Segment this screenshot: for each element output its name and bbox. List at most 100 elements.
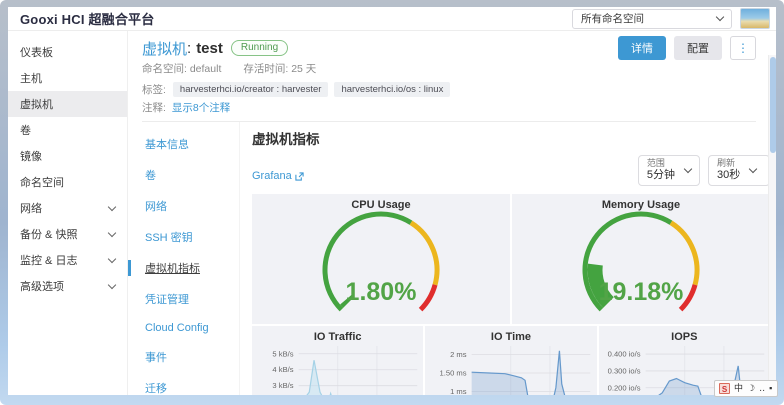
io-time-card: IO Time 2 ms1.50 ms1 ms xyxy=(425,326,596,395)
svg-text:4 kB/s: 4 kB/s xyxy=(272,365,293,374)
subnav-item[interactable]: 网络 xyxy=(128,198,239,214)
subnav-item-label: 事件 xyxy=(145,352,167,364)
svg-text:0.400 io/s: 0.400 io/s xyxy=(607,350,640,359)
cpu-gauge-title: CPU Usage xyxy=(252,194,510,210)
sidebar-item[interactable]: 监控 & 日志 xyxy=(8,247,127,273)
cpu-gauge-card: CPU Usage 1.80% xyxy=(252,194,510,324)
sidebar-item-label: 网络 xyxy=(20,200,42,216)
refresh-select-label: 刷新 xyxy=(717,158,740,169)
vm-name: test xyxy=(196,40,223,57)
sidebar-item[interactable]: 网络 xyxy=(8,195,127,221)
sidebar-item-label: 高级选项 xyxy=(20,278,64,294)
subnav-item[interactable]: 迁移 xyxy=(128,380,239,395)
sidebar-item-label: 卷 xyxy=(20,122,31,138)
sidebar-item-label: 主机 xyxy=(20,70,42,86)
refresh-select-value: 30秒 xyxy=(717,169,740,182)
sidebar-item[interactable]: 镜像 xyxy=(8,143,127,169)
sidebar-item[interactable]: 仪表板 xyxy=(8,39,127,65)
detail-header: 虚拟机 : test Running 详情 配置 ⋮ 命名空间: default… xyxy=(128,31,776,122)
sidebar-item[interactable]: 虚拟机 xyxy=(8,91,127,117)
svg-text:0.300 io/s: 0.300 io/s xyxy=(607,366,640,375)
annotations-label: 注释: xyxy=(142,100,166,115)
main-content: 虚拟机 : test Running 详情 配置 ⋮ 命名空间: default… xyxy=(128,31,776,395)
range-select-label: 范围 xyxy=(647,158,675,169)
chevron-down-icon xyxy=(108,280,116,288)
chevron-down-icon xyxy=(716,13,724,21)
sidebar-item[interactable]: 卷 xyxy=(8,117,127,143)
charts-grid: CPU Usage 1.80% Memory Usage 19.18% xyxy=(252,194,770,395)
refresh-select[interactable]: 刷新 30秒 xyxy=(708,155,770,186)
svg-text:5 kB/s: 5 kB/s xyxy=(272,349,293,358)
sidebar-item[interactable]: 高级选项 xyxy=(8,273,127,299)
subnav-item[interactable]: SSH 密钥 xyxy=(128,229,239,245)
subnav-item[interactable]: 事件 xyxy=(128,349,239,365)
sidebar-item[interactable]: 备份 & 快照 xyxy=(8,221,127,247)
namespace-dropdown-value: 所有命名空间 xyxy=(581,11,644,26)
subnav-item[interactable]: 卷 xyxy=(128,167,239,183)
chevron-down-icon xyxy=(108,202,116,210)
metrics-title: 虚拟机指标 xyxy=(252,128,770,148)
io-time-chart: 2 ms1.50 ms1 ms xyxy=(425,342,596,395)
sidebar: 仪表板 主机 虚拟机 卷 镜像 命名空间 xyxy=(8,31,128,395)
sidebar-item-label: 命名空间 xyxy=(20,174,64,190)
subnav-item[interactable]: Cloud Config xyxy=(128,322,239,334)
chevron-down-icon xyxy=(108,228,116,236)
subnav-item-label: Cloud Config xyxy=(145,322,209,334)
details-button[interactable]: 详情 xyxy=(618,36,666,60)
range-select[interactable]: 范围 5分钟 xyxy=(638,155,700,186)
subnav-item[interactable]: 虚拟机指标 xyxy=(128,260,239,276)
memory-gauge-card: Memory Usage 19.18% xyxy=(512,194,770,324)
sidebar-item[interactable]: 命名空间 xyxy=(8,169,127,195)
ime-icon[interactable]: ▪ xyxy=(769,384,772,393)
subnav-item-label: 基本信息 xyxy=(145,139,189,151)
chevron-down-icon xyxy=(749,164,757,172)
vertical-scrollbar xyxy=(768,55,776,395)
scrollbar-thumb[interactable] xyxy=(770,57,776,153)
user-avatar[interactable] xyxy=(740,8,770,29)
svg-text:1 ms: 1 ms xyxy=(450,387,467,395)
sidebar-item-label: 仪表板 xyxy=(20,44,53,60)
kebab-menu-button[interactable]: ⋮ xyxy=(730,36,756,60)
label-chip: harvesterhci.io/creator : harvester xyxy=(173,82,329,97)
sidebar-item-label: 虚拟机 xyxy=(20,96,53,112)
cpu-gauge-chart: 1.80% xyxy=(252,210,510,314)
title-colon: : xyxy=(187,40,191,57)
app-window: Gooxi HCI 超融合平台 所有命名空间 仪表板 主机 xyxy=(8,7,776,395)
config-button[interactable]: 配置 xyxy=(674,36,722,60)
subnav-item-label: 迁移 xyxy=(145,383,167,395)
tag-list: harvesterhci.io/creator : harvester harve… xyxy=(173,82,450,97)
sidebar-item-label: 镜像 xyxy=(20,148,42,164)
sidebar-item-label: 备份 & 快照 xyxy=(20,226,77,242)
ime-icon[interactable]: ☽ xyxy=(747,384,755,393)
show-annotations-link[interactable]: 显示8个注释 xyxy=(172,100,230,115)
svg-text:3 kB/s: 3 kB/s xyxy=(272,381,293,390)
top-header: Gooxi HCI 超融合平台 所有命名空间 xyxy=(8,7,776,31)
ime-icon[interactable]: 中 xyxy=(734,384,743,393)
memory-gauge-chart: 19.18% xyxy=(512,210,770,314)
memory-gauge-title: Memory Usage xyxy=(512,194,770,210)
ime-icon[interactable]: ‥ xyxy=(759,384,765,393)
svg-text:19.18%: 19.18% xyxy=(599,278,684,306)
metrics-panel: 虚拟机指标 Grafana xyxy=(240,122,776,395)
namespace-dropdown[interactable]: 所有命名空间 xyxy=(572,9,732,29)
resource-type-link[interactable]: 虚拟机 xyxy=(142,38,187,59)
io-traffic-card: IO Traffic 5 kB/s4 kB/s3 kB/s xyxy=(252,326,423,395)
svg-text:1.50 ms: 1.50 ms xyxy=(440,369,467,378)
subnav-item-label: 网络 xyxy=(145,201,167,213)
sidebar-item[interactable]: 主机 xyxy=(8,65,127,91)
subnav-item[interactable]: 凭证管理 xyxy=(128,291,239,307)
ime-icon[interactable]: S xyxy=(719,383,730,394)
labels-label: 标签: xyxy=(142,82,166,97)
grafana-link[interactable]: Grafana xyxy=(252,170,304,182)
range-select-value: 5分钟 xyxy=(647,169,675,182)
label-chip: harvesterhci.io/os : linux xyxy=(334,82,450,97)
chevron-down-icon xyxy=(108,254,116,262)
chevron-down-icon xyxy=(684,164,692,172)
status-badge: Running xyxy=(231,40,288,56)
app-title: Gooxi HCI 超融合平台 xyxy=(20,9,154,28)
subnav-item-label: 虚拟机指标 xyxy=(145,263,200,275)
svg-text:0.200 io/s: 0.200 io/s xyxy=(607,383,640,392)
namespace-meta: 命名空间: default xyxy=(142,61,221,75)
subnav-item[interactable]: 基本信息 xyxy=(128,136,239,152)
svg-text:1.80%: 1.80% xyxy=(346,278,417,306)
